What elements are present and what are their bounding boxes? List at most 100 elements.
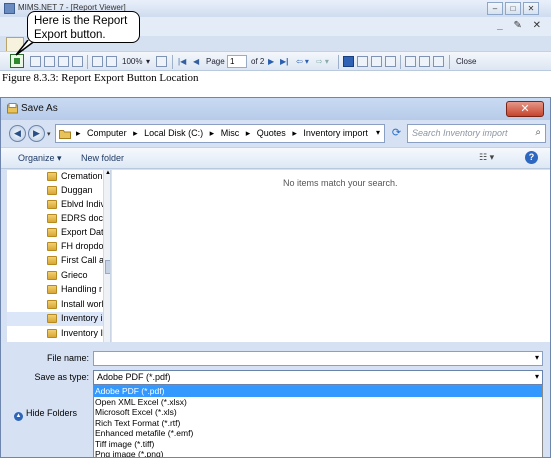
figure-caption: Figure 8.3.3: Report Export Button Locat…: [2, 72, 199, 84]
folder-icon: [47, 329, 57, 338]
file-name-input[interactable]: ▾: [93, 351, 543, 366]
breadcrumb-separator: ▸: [209, 128, 215, 138]
address-bar[interactable]: ▸ Computer ▸ Local Disk (C:) ▸ Misc ▸ Qu…: [55, 124, 385, 143]
continuous-view-icon[interactable]: [357, 56, 368, 67]
close-icon[interactable]: ✕: [523, 2, 539, 15]
print-layout-icon[interactable]: [30, 56, 41, 67]
type-option[interactable]: Tiff image (*.tiff): [94, 439, 542, 450]
text-icon[interactable]: [419, 56, 430, 67]
save-type-label: Save as type:: [34, 372, 89, 382]
toolbar-separator: [172, 55, 173, 69]
edit-icon[interactable]: [405, 56, 416, 67]
type-option[interactable]: Open XML Excel (*.xlsx): [94, 397, 542, 408]
search-icon[interactable]: ⌕: [535, 127, 541, 138]
command-bar: Organize ▾ New folder ☷ ▾ ?: [1, 147, 550, 169]
toolbar-separator: [338, 55, 339, 69]
two-page-view-icon[interactable]: [371, 56, 382, 67]
views-icon[interactable]: ☷ ▾: [479, 152, 494, 163]
nav-folder-item[interactable]: Inventory I: [7, 327, 103, 341]
save-type-dropdown-icon[interactable]: ▾: [535, 372, 539, 381]
single-page-view-icon[interactable]: [343, 56, 354, 67]
back-button[interactable]: ◀: [9, 125, 26, 142]
breadcrumb-separator: ▸: [133, 128, 138, 138]
page-number-field[interactable]: 1: [227, 55, 247, 68]
folder-icon: [59, 130, 71, 139]
type-option-selected[interactable]: Adobe PDF (*.pdf): [94, 386, 542, 397]
nav-folder-item[interactable]: FH dropdo: [7, 240, 103, 254]
save-as-icon: [7, 103, 18, 114]
type-option[interactable]: Png image (*.png): [94, 449, 542, 457]
new-folder-button[interactable]: New folder: [81, 153, 124, 163]
refresh-icon[interactable]: ⟳: [389, 126, 404, 141]
help-icon[interactable]: ?: [525, 151, 538, 164]
nav-folder-item[interactable]: Cremation: [7, 170, 103, 184]
toolbar-separator: [87, 55, 88, 69]
zoom-dropdown-icon[interactable]: ▾: [146, 56, 150, 68]
callout-line-1: Here is the Report: [34, 15, 128, 27]
folder-icon: [47, 186, 57, 195]
search-placeholder: Search Inventory import: [412, 128, 508, 138]
maximize-icon[interactable]: □: [505, 2, 521, 15]
folder-icon: [47, 242, 57, 251]
forward-button[interactable]: ▶: [28, 125, 45, 142]
search-input[interactable]: Search Inventory import ⌕: [407, 124, 546, 143]
type-option[interactable]: Enhanced metafile (*.emf): [94, 428, 542, 439]
nav-folder-item[interactable]: Handling r: [7, 283, 103, 297]
save-type-options-list: Adobe PDF (*.pdf) Open XML Excel (*.xlsx…: [93, 385, 543, 457]
folder-icon: [47, 172, 57, 181]
recent-locations-icon[interactable]: ▾: [47, 130, 51, 138]
address-dropdown-icon[interactable]: ▾: [376, 128, 380, 137]
breadcrumb-computer[interactable]: Computer: [87, 128, 127, 138]
back-icon[interactable]: ⇦ ▾: [296, 56, 309, 68]
next-page-icon[interactable]: ▶: [268, 56, 274, 68]
zoom-in-icon[interactable]: [92, 56, 103, 67]
organize-button[interactable]: Organize ▾: [18, 153, 62, 164]
hide-folders-button[interactable]: ▲ Hide Folders: [14, 408, 77, 421]
previous-page-icon[interactable]: ◀: [193, 56, 199, 68]
empty-message: No items match your search.: [283, 178, 398, 188]
breadcrumb-misc[interactable]: Misc: [221, 128, 240, 138]
close-report-button[interactable]: Close: [456, 56, 476, 68]
file-name-label: File name:: [46, 353, 89, 363]
print-icon[interactable]: [44, 56, 55, 67]
address-row: ◀ ▶ ▾ ▸ Computer ▸ Local Disk (C:) ▸ Mis…: [1, 120, 550, 147]
breadcrumb-inventory-import[interactable]: Inventory import: [303, 128, 368, 138]
breadcrumb-quotes[interactable]: Quotes: [257, 128, 286, 138]
nav-folder-item[interactable]: Eblvd Indiv: [7, 198, 103, 212]
navigation-pane: Cremation Duggan Eblvd Indiv EDRS docu E…: [7, 170, 111, 342]
breadcrumb-local-disk[interactable]: Local Disk (C:): [144, 128, 203, 138]
zoom-level[interactable]: 100%: [122, 56, 142, 68]
minimize-icon[interactable]: –: [487, 2, 503, 15]
first-page-icon[interactable]: |◀: [178, 56, 186, 68]
nav-folder-item[interactable]: First Call a: [7, 254, 103, 268]
nav-folder-item-selected[interactable]: Inventory i: [7, 312, 103, 326]
breadcrumb: ▸ Computer ▸ Local Disk (C:) ▸ Misc ▸ Qu…: [76, 128, 372, 139]
copy-icon[interactable]: [72, 56, 83, 67]
scrollbar-thumb[interactable]: [105, 260, 110, 274]
report-export-button[interactable]: [10, 54, 24, 68]
type-option[interactable]: Microsoft Excel (*.xls): [94, 407, 542, 418]
page-setup-icon[interactable]: [58, 56, 69, 67]
folder-icon: [47, 285, 57, 294]
nav-scrollbar[interactable]: ▲: [103, 170, 110, 342]
nav-folder-item[interactable]: Grieco: [7, 269, 103, 283]
find-icon[interactable]: [433, 56, 444, 67]
forward-icon[interactable]: ⇨ ▾: [316, 56, 329, 68]
type-option[interactable]: Rich Text Format (*.rtf): [94, 418, 542, 429]
nav-folder-item[interactable]: Export Data: [7, 226, 103, 240]
last-page-icon[interactable]: ▶|: [280, 56, 288, 68]
file-name-dropdown-icon[interactable]: ▾: [535, 353, 539, 362]
breadcrumb-separator: ▸: [245, 128, 251, 138]
nav-folder-item[interactable]: Duggan: [7, 184, 103, 198]
folder-icon: [47, 271, 57, 280]
save-type-select[interactable]: Adobe PDF (*.pdf) ▾: [93, 370, 543, 385]
mdi-window-controls[interactable]: _ ✎ ✕: [497, 20, 545, 31]
nav-folder-item[interactable]: EDRS docu: [7, 212, 103, 226]
multi-page-view-icon[interactable]: [385, 56, 396, 67]
nav-folder-item[interactable]: Install worl: [7, 298, 103, 312]
zoom-out-icon[interactable]: [106, 56, 117, 67]
scroll-up-icon[interactable]: ▲: [104, 170, 110, 178]
dialog-close-button[interactable]: ✕: [506, 101, 544, 117]
file-list-pane[interactable]: No items match your search.: [112, 170, 550, 342]
zoom-plus-icon[interactable]: [156, 56, 167, 67]
